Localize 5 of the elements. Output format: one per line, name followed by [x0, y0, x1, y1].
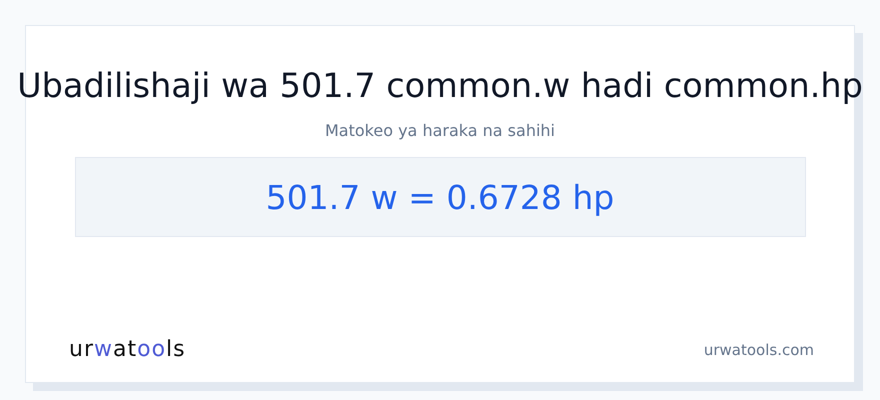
logo: urwatools	[69, 337, 186, 362]
page-title: Ubadilishaji wa 501.7 common.w hadi common.hp	[17, 68, 863, 104]
conversion-result: 501.7 w = 0.6728 hp	[266, 178, 614, 216]
site-url: urwatools.com	[704, 340, 814, 358]
subtitle: Matokeo ya haraka na sahihi	[325, 120, 555, 142]
